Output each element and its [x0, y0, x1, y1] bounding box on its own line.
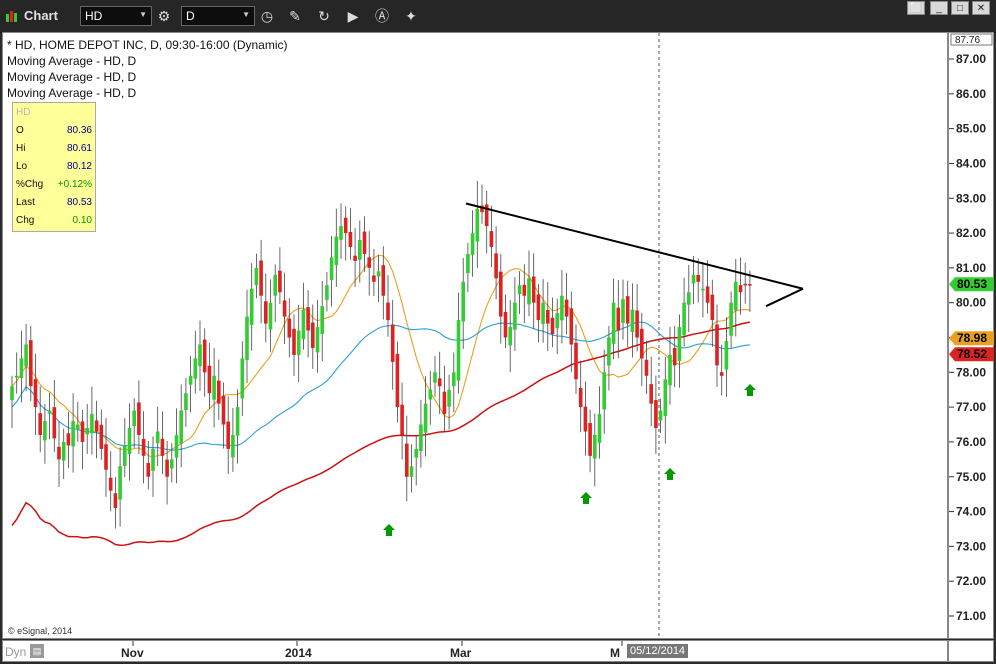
axis-corner [948, 640, 994, 662]
dyn-icon[interactable]: ▤ [30, 644, 44, 658]
databox-value: +0.12% [57, 179, 92, 190]
databox-value: 80.53 [66, 197, 92, 208]
databox-label: Lo [16, 161, 28, 172]
interval-value: D [186, 9, 195, 23]
restore-button[interactable]: □ [951, 1, 969, 15]
databox-value: 80.36 [66, 125, 92, 136]
legend-main: * HD, HOME DEPOT INC, D, 09:30-16:00 (Dy… [7, 38, 288, 52]
chevron-down-icon[interactable]: ▼ [242, 10, 250, 19]
time-axis[interactable] [2, 640, 948, 662]
legend-ma1: Moving Average - HD, D [7, 54, 137, 68]
copyright-label: © eSignal, 2014 [8, 626, 73, 636]
symbol-input[interactable]: HD ▼ [80, 6, 152, 26]
settings-icon[interactable]: ⚙ [153, 6, 175, 26]
databox-label: Chg [16, 215, 35, 226]
play-icon[interactable]: ▶ [342, 6, 364, 26]
symbol-value: HD [85, 9, 103, 23]
refresh-icon[interactable]: ↻ [313, 6, 335, 26]
window-title: Chart [24, 8, 58, 23]
databox-label: Last [16, 197, 35, 208]
price-axis[interactable] [948, 32, 994, 639]
databox-label: %Chg [16, 179, 44, 190]
pin-button[interactable]: ⬜ [907, 1, 925, 15]
chart-area[interactable] [2, 32, 948, 639]
databox-label: Hi [16, 143, 26, 154]
close-button[interactable]: ✕ [972, 1, 990, 15]
minimize-button[interactable]: _ [930, 1, 948, 15]
tools-icon[interactable]: ✦ [400, 6, 422, 26]
title-bar: Chart HD ▼ ⚙ D ▼ ◷ ✎ ↻ ▶ Ⓐ ✦ ⬜ _ □ ✕ [0, 0, 996, 33]
dyn-label: Dyn [5, 645, 27, 659]
databox-value: 80.12 [66, 161, 92, 172]
cursor-date-label: 05/12/2014 [627, 644, 689, 658]
databox-label: O [16, 125, 24, 136]
legend-ma2: Moving Average - HD, D [7, 70, 137, 84]
databox-value: 80.61 [66, 143, 92, 154]
legend-ma3: Moving Average - HD, D [7, 86, 137, 100]
alert-icon[interactable]: Ⓐ [371, 6, 393, 26]
pencil-icon[interactable]: ✎ [284, 6, 306, 26]
databox-value: 0.10 [72, 215, 92, 226]
data-box: HD O 80.36 Hi 80.61 Lo 80.12 %Chg +0.12% Las… [12, 102, 96, 232]
interval-input[interactable]: D ▼ [181, 6, 255, 26]
chart-icon [5, 9, 19, 23]
chevron-down-icon[interactable]: ▼ [139, 10, 147, 19]
clock-icon[interactable]: ◷ [256, 6, 278, 26]
databox-title: HD [16, 107, 31, 118]
